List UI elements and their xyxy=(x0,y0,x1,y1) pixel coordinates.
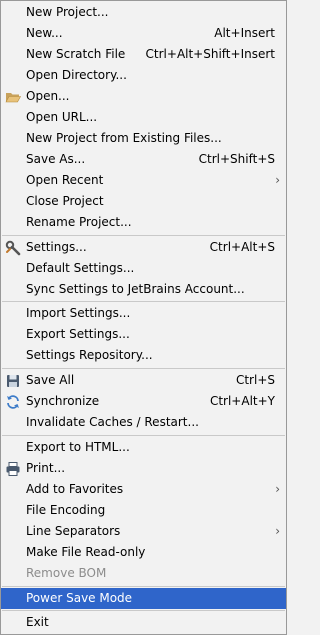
menu-item-label: Remove BOM xyxy=(26,566,107,580)
menu-item-power-save-mode[interactable]: Power Save Mode xyxy=(1,588,286,609)
menu-item-settings[interactable]: Settings... Ctrl+Alt+S xyxy=(1,237,286,258)
wrench-icon xyxy=(5,240,21,256)
menu-item-import-settings[interactable]: Import Settings... xyxy=(1,303,286,324)
menu-item-line-separators[interactable]: Line Separators › xyxy=(1,521,286,542)
menu-item-label: New Project... xyxy=(26,5,109,19)
menu-item-add-to-favorites[interactable]: Add to Favorites › xyxy=(1,479,286,500)
menu-item-save-all[interactable]: Save All Ctrl+S xyxy=(1,370,286,391)
menu-item-label: Export Settings... xyxy=(26,327,130,341)
printer-icon xyxy=(5,461,21,477)
chevron-right-icon: › xyxy=(275,524,280,538)
menu-item-print[interactable]: Print... xyxy=(1,458,286,479)
menu-item-close-project[interactable]: Close Project xyxy=(1,191,286,212)
menu-item-new-scratch-file[interactable]: New Scratch File Ctrl+Alt+Shift+Insert xyxy=(1,44,286,65)
menu-item-label: New... xyxy=(26,26,63,40)
menu-item-label: Open URL... xyxy=(26,110,98,124)
menu-item-make-read-only[interactable]: Make File Read-only xyxy=(1,542,286,563)
menu-item-label: New Scratch File xyxy=(26,47,126,61)
menu-item-file-encoding[interactable]: File Encoding xyxy=(1,500,286,521)
menu-separator xyxy=(2,235,285,236)
menu-item-new-from-existing[interactable]: New Project from Existing Files... xyxy=(1,128,286,149)
menu-separator xyxy=(2,368,285,369)
menu-item-save-as[interactable]: Save As... Ctrl+Shift+S xyxy=(1,149,286,170)
menu-item-open[interactable]: Open... xyxy=(1,86,286,107)
chevron-right-icon: › xyxy=(275,173,280,187)
menu-item-open-recent[interactable]: Open Recent › xyxy=(1,170,286,191)
menu-item-label: Add to Favorites xyxy=(26,482,124,496)
menu-item-sync-settings[interactable]: Sync Settings to JetBrains Account... xyxy=(1,279,286,300)
menu-item-exit[interactable]: Exit xyxy=(1,612,286,633)
menu-item-label: Power Save Mode xyxy=(26,591,133,605)
menu-item-label: Make File Read-only xyxy=(26,545,146,559)
menu-item-label: Export to HTML... xyxy=(26,440,130,454)
menu-separator xyxy=(2,301,285,302)
menu-separator xyxy=(2,610,285,611)
menu-item-shortcut: Ctrl+Shift+S xyxy=(198,152,275,166)
menu-item-shortcut: Ctrl+S xyxy=(235,373,275,387)
menu-item-label: Open... xyxy=(26,89,70,103)
menu-item-label: Print... xyxy=(26,461,66,475)
menu-item-synchronize[interactable]: Synchronize Ctrl+Alt+Y xyxy=(1,391,286,412)
menu-item-settings-repository[interactable]: Settings Repository... xyxy=(1,345,286,366)
menu-item-label: Save All xyxy=(26,373,75,387)
menu-item-label: Import Settings... xyxy=(26,306,131,320)
menu-item-shortcut: Ctrl+Alt+Y xyxy=(209,394,275,408)
menu-item-default-settings[interactable]: Default Settings... xyxy=(1,258,286,279)
menu-item-label: New Project from Existing Files... xyxy=(26,131,222,145)
menu-item-open-url[interactable]: Open URL... xyxy=(1,107,286,128)
menu-item-label: Open Directory... xyxy=(26,68,127,82)
menu-item-rename-project[interactable]: Rename Project... xyxy=(1,212,286,233)
menu-item-label: Invalidate Caches / Restart... xyxy=(26,415,199,429)
menu-item-remove-bom: Remove BOM xyxy=(1,563,286,584)
menu-item-shortcut: Alt+Insert xyxy=(214,26,275,40)
menu-item-label: Settings Repository... xyxy=(26,348,153,362)
menu-item-label: Save As... xyxy=(26,152,86,166)
menu-item-label: Open Recent xyxy=(26,173,104,187)
menu-item-label: Synchronize xyxy=(26,394,100,408)
sync-icon xyxy=(5,394,21,410)
menu-item-label: Settings... xyxy=(26,240,87,254)
menu-item-label: Default Settings... xyxy=(26,261,135,275)
menu-item-shortcut: Ctrl+Alt+Shift+Insert xyxy=(145,47,275,61)
menu-item-export-html[interactable]: Export to HTML... xyxy=(1,437,286,458)
floppy-disk-icon xyxy=(5,373,21,389)
menu-item-new[interactable]: New... Alt+Insert xyxy=(1,23,286,44)
menu-item-label: Line Separators xyxy=(26,524,121,538)
chevron-right-icon: › xyxy=(275,482,280,496)
menu-item-label: Sync Settings to JetBrains Account... xyxy=(26,282,245,296)
menu-item-invalidate-caches[interactable]: Invalidate Caches / Restart... xyxy=(1,412,286,433)
folder-icon xyxy=(5,89,21,105)
menu-item-export-settings[interactable]: Export Settings... xyxy=(1,324,286,345)
menu-separator xyxy=(2,586,285,587)
menu-item-open-directory[interactable]: Open Directory... xyxy=(1,65,286,86)
menu-item-label: Exit xyxy=(26,615,49,629)
menu-item-label: Rename Project... xyxy=(26,215,132,229)
menu-item-label: File Encoding xyxy=(26,503,106,517)
menu-item-label: Close Project xyxy=(26,194,104,208)
menu-separator xyxy=(2,435,285,436)
menu-item-shortcut: Ctrl+Alt+S xyxy=(209,240,275,254)
menu-item-new-project[interactable]: New Project... xyxy=(1,2,286,23)
file-menu: New Project... New... Alt+Insert New Scr… xyxy=(0,0,287,635)
